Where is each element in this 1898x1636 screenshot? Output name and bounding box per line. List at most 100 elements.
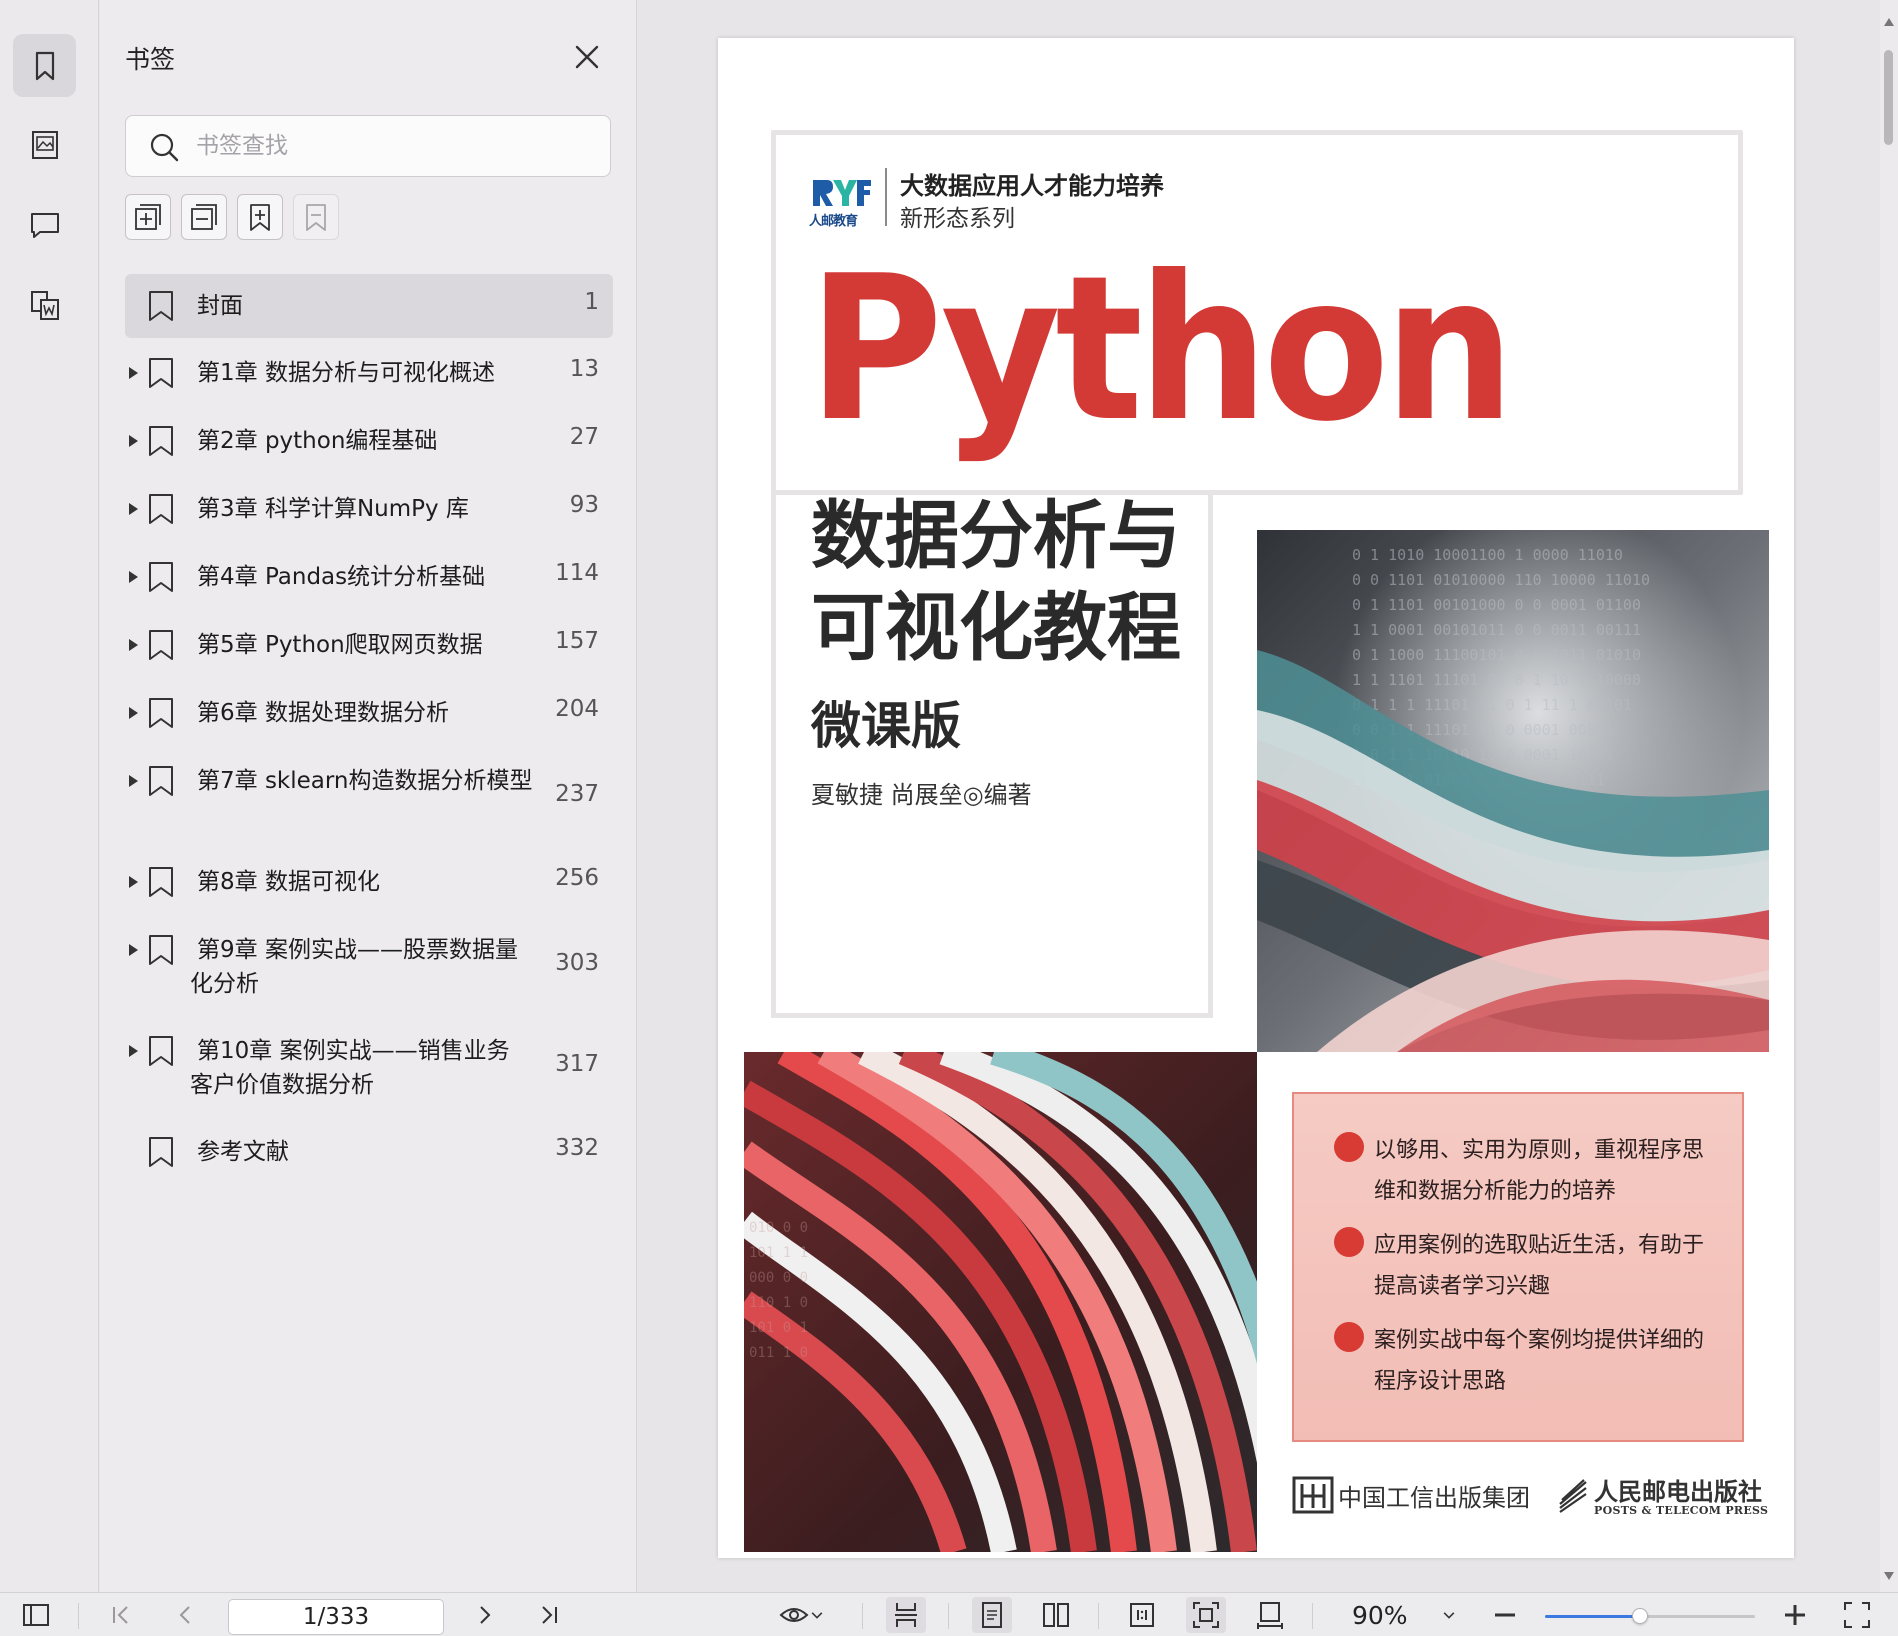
bookmark-item-chapter-7[interactable]: 第7章 sklearn构造数据分析模型 237 [125, 750, 613, 851]
scroll-up-icon[interactable] [1884, 18, 1894, 26]
read-mode-dropdown[interactable] [772, 1597, 832, 1633]
expand-caret-icon[interactable] [129, 503, 138, 515]
last-page-button[interactable] [534, 1597, 564, 1633]
publisher-press-name: 人民邮电出版社 [1594, 1477, 1762, 1506]
bookmark-icon [149, 698, 173, 728]
zoom-out-button[interactable] [1488, 1597, 1522, 1633]
bookmark-label: 第8章 数据可视化 [197, 869, 380, 895]
expand-caret-icon[interactable] [129, 639, 138, 651]
bookmark-page: 157 [555, 628, 599, 654]
bookmark-icon [149, 1036, 173, 1066]
bookmark-label: 封面 [197, 293, 243, 319]
divider [78, 1603, 79, 1629]
bookmark-page: 256 [555, 865, 599, 891]
add-bookmark-button[interactable] [237, 194, 283, 240]
bookmark-item-chapter-9[interactable]: 第9章 案例实战——股票数据量化分析 303 [125, 919, 613, 1020]
bookmark-page: 27 [569, 424, 599, 450]
bookmark-search-input[interactable] [196, 126, 596, 166]
collapse-all-button[interactable] [181, 194, 227, 240]
scroll-thumb[interactable] [1884, 50, 1893, 145]
divider [885, 168, 887, 226]
expand-caret-icon[interactable] [129, 707, 138, 719]
continuous-scroll-button[interactable] [886, 1597, 926, 1633]
thumbnail-tab-button[interactable] [13, 113, 76, 176]
bookmark-label: 第9章 案例实战——股票数据量化分析 [190, 937, 518, 997]
fit-page-button[interactable] [1186, 1597, 1226, 1633]
svg-text:110 1 0: 110 1 0 [749, 1295, 808, 1311]
zoom-level-label[interactable]: 90% [1352, 1601, 1408, 1630]
close-icon[interactable] [572, 42, 602, 72]
next-page-button[interactable] [470, 1597, 500, 1633]
toggle-sidebar-button[interactable] [18, 1597, 54, 1633]
page-number-input[interactable] [228, 1599, 444, 1635]
two-page-button[interactable] [1036, 1597, 1076, 1633]
feature-text: 以够用、实用为原则，重视程序思维和数据分析能力的培养 [1374, 1138, 1705, 1204]
word-convert-tab-button[interactable] [13, 273, 76, 336]
previous-page-button[interactable] [170, 1597, 200, 1633]
bookmark-item-chapter-6[interactable]: 第6章 数据处理数据分析 204 [125, 682, 613, 750]
sidebar-rail [0, 0, 99, 1592]
expand-caret-icon[interactable] [129, 571, 138, 583]
zoom-in-button[interactable] [1778, 1597, 1812, 1633]
chevron-right-icon [480, 1606, 491, 1624]
bookmark-icon [149, 494, 173, 524]
bookmark-item-chapter-5[interactable]: 第5章 Python爬取网页数据 157 [125, 614, 613, 682]
zoom-slider[interactable] [1545, 1608, 1755, 1624]
bookmark-search-box [125, 115, 611, 177]
single-page-icon [982, 1602, 1002, 1628]
fit-width-button[interactable] [1250, 1597, 1290, 1633]
single-page-button[interactable] [972, 1597, 1012, 1633]
first-page-button[interactable] [106, 1597, 136, 1633]
book-title-cn-line: 数据分析与 [811, 493, 1181, 579]
svg-text:0 0 1101 01010000 110 10000 1: 0 0 1101 01010000 110 10000 11010 [1352, 571, 1650, 589]
bookmark-label: 第3章 科学计算NumPy 库 [197, 496, 469, 522]
expand-caret-icon[interactable] [129, 1045, 138, 1057]
bookmark-icon [149, 291, 173, 321]
bookmark-icon [149, 358, 173, 388]
svg-text:0 1 1 1 11101 11 0 1 11 1 001: 0 1 1 1 11101 11 0 1 11 1 00101 [1352, 696, 1632, 714]
bookmark-page: 13 [569, 356, 599, 382]
bookmark-label: 第5章 Python爬取网页数据 [197, 632, 483, 658]
bookmark-item-chapter-4[interactable]: 第4章 Pandas统计分析基础 114 [125, 546, 613, 614]
actual-size-button[interactable] [1122, 1597, 1162, 1633]
expand-caret-icon[interactable] [129, 876, 138, 888]
bookmark-item-references[interactable]: 参考文献 332 [125, 1121, 613, 1189]
bookmark-item-chapter-2[interactable]: 第2章 python编程基础 27 [125, 410, 613, 478]
word-convert-icon [30, 290, 59, 320]
comment-icon [30, 212, 59, 238]
expand-all-button[interactable] [125, 194, 171, 240]
plus-icon [1785, 1605, 1805, 1625]
publisher-group-logo-icon [1292, 1476, 1334, 1514]
zoom-dropdown-button[interactable] [1436, 1597, 1462, 1633]
fit-width-icon [1257, 1602, 1283, 1629]
vertical-scrollbar[interactable] [1880, 0, 1898, 1592]
expand-caret-icon[interactable] [129, 775, 138, 787]
bookmark-item-chapter-10[interactable]: 第10章 案例实战——销售业务客户价值数据分析 317 [125, 1020, 613, 1121]
collapse-all-icon [191, 204, 217, 230]
sidebar-toggle-icon [23, 1604, 49, 1626]
cover-art-image: 010 0 0 101 1 1 000 0 0 110 1 0 101 0 1 011 … [744, 1052, 1257, 1552]
svg-text:0 1 1101 00101000 0 0 0001 01: 0 1 1101 00101000 0 0 0001 01100 [1352, 596, 1641, 614]
comment-tab-button[interactable] [13, 193, 76, 256]
bookmark-item-chapter-8[interactable]: 第8章 数据可视化 256 [125, 851, 613, 919]
bookmark-item-chapter-1[interactable]: 第1章 数据分析与可视化概述 13 [125, 342, 613, 410]
bookmark-icon [149, 426, 173, 456]
bookmark-tab-button[interactable] [13, 34, 76, 97]
expand-caret-icon[interactable] [129, 944, 138, 956]
bookmark-item-cover[interactable]: 封面 1 [125, 274, 613, 338]
bookmark-item-chapter-3[interactable]: 第3章 科学计算NumPy 库 93 [125, 478, 613, 546]
zoom-slider-handle[interactable] [1631, 1608, 1648, 1624]
book-title-en: Python [808, 233, 1515, 466]
panel-title: 书签 [125, 45, 176, 74]
expand-caret-icon[interactable] [129, 435, 138, 447]
bookmark-icon [35, 51, 54, 80]
bookmark-page: 204 [555, 696, 599, 722]
divider [1312, 1603, 1313, 1629]
actual-size-icon [1130, 1603, 1154, 1627]
fullscreen-button[interactable] [1840, 1597, 1874, 1633]
expand-caret-icon[interactable] [129, 367, 138, 379]
scroll-down-icon[interactable] [1884, 1572, 1894, 1580]
delete-bookmark-button[interactable] [293, 194, 339, 240]
bookmark-page: 317 [555, 1051, 599, 1077]
bookmark-label: 第7章 sklearn构造数据分析模型 [197, 768, 533, 794]
